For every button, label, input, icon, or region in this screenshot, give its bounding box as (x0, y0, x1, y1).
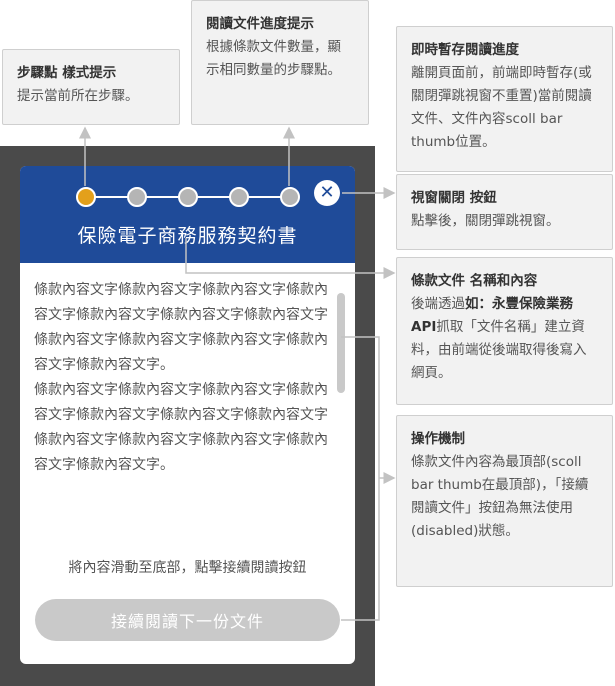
terms-modal: ✕ 保險電子商務服務契約書 條款內容文字條款內容文字條款內容文字條款內容文字條款… (20, 166, 355, 664)
step-progress-indicator (20, 166, 355, 226)
annotation-save-body: 離開頁面前，前端即時暫存(或關閉彈跳視窗不重置)當前閱讀文件、文件內容scoll… (411, 65, 592, 150)
annotation-mechanism-title: 操作機制 (411, 431, 465, 447)
annotation-doc: 條款文件 名稱和內容 後端透過如：永豐保險業務API抓取「文件名稱」建立資料，由… (396, 257, 613, 405)
annotation-step-dots-title: 步驟點 樣式提示 (17, 65, 117, 81)
annotation-progress-title: 閱讀文件進度提示 (206, 16, 314, 32)
annotation-doc-body-suffix: 抓取「文件名稱」建立資料，由前端從後端取得後寫入網頁。 (411, 319, 587, 381)
scrollbar-thumb[interactable] (337, 293, 345, 393)
scroll-hint: 將內容滑動至底部，點擊接續閱讀按鈕 (68, 560, 307, 576)
annotation-doc-title: 條款文件 名稱和內容 (411, 273, 538, 289)
annotation-save-title: 即時暫存閱讀進度 (411, 42, 519, 58)
terms-content: 條款內容文字條款內容文字條款內容文字條款內容文字條款內容文字條款內容文字條款內容… (34, 278, 334, 478)
step-dot-5 (280, 187, 300, 207)
terms-paragraph-1: 條款內容文字條款內容文字條款內容文字條款內容文字條款內容文字條款內容文字條款內容… (34, 282, 328, 373)
close-icon: ✕ (319, 182, 335, 203)
annotation-doc-body-prefix: 後端透過 (411, 296, 465, 312)
terms-paragraph-2: 條款內容文字條款內容文字條款內容文字條款內容文字條款內容文字條款內容文字條款內容… (34, 382, 328, 473)
close-button[interactable]: ✕ (314, 180, 340, 206)
annotation-mechanism: 操作機制 條款文件內容為最頂部(scoll bar thumb在最頂部)，「接續… (396, 415, 613, 587)
annotation-step-dots-body: 提示當前所在步驟。 (17, 88, 139, 104)
modal-title: 保險電子商務服務契約書 (77, 225, 298, 247)
annotation-close-body: 點擊後，關閉彈跳視窗。 (411, 213, 560, 229)
step-dot-4 (229, 187, 249, 207)
step-dot-2 (127, 187, 147, 207)
annotation-progress-body: 根據條款文件數量，顯示相同數量的步驟點。 (206, 39, 341, 78)
annotation-close: 視窗關閉 按鈕 點擊後，關閉彈跳視窗。 (396, 174, 613, 250)
next-document-button[interactable]: 接續閱讀下一份文件 (35, 599, 340, 641)
annotation-step-dots: 步驟點 樣式提示 提示當前所在步驟。 (2, 49, 180, 125)
annotation-close-title: 視窗關閉 按鈕 (411, 190, 497, 206)
modal-header: ✕ 保險電子商務服務契約書 (20, 166, 355, 263)
step-dot-1 (76, 187, 96, 207)
step-dot-3 (178, 187, 198, 207)
annotation-progress: 閱讀文件進度提示 根據條款文件數量，顯示相同數量的步驟點。 (191, 0, 369, 125)
annotation-save: 即時暫存閱讀進度 離開頁面前，前端即時暫存(或關閉彈跳視窗不重置)當前閱讀文件、… (396, 26, 613, 172)
annotation-doc-body: 後端透過如：永豐保險業務API抓取「文件名稱」建立資料，由前端從後端取得後寫入網… (411, 293, 598, 385)
annotation-mechanism-body: 條款文件內容為最頂部(scoll bar thumb在最頂部)，「接續閱讀文件」… (411, 454, 589, 539)
